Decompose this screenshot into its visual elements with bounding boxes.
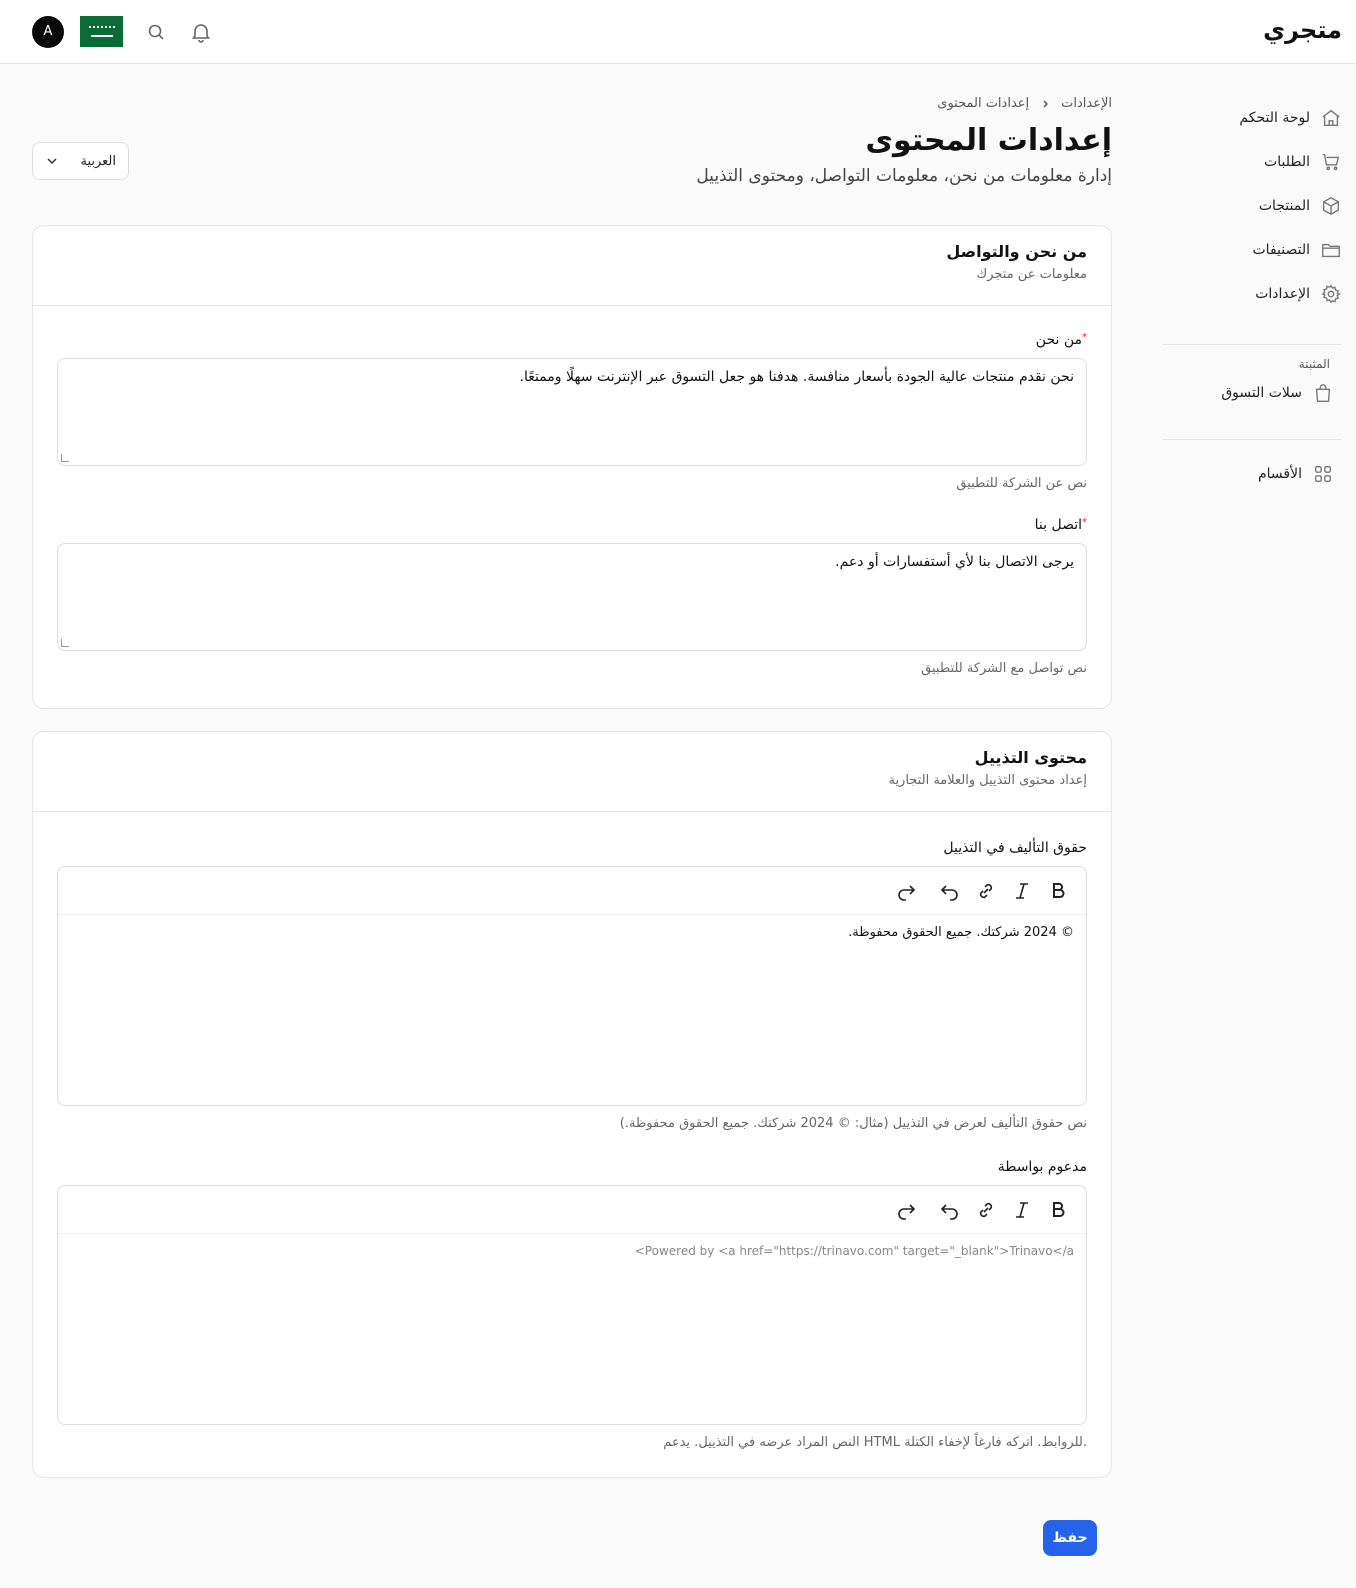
language-value: العربية xyxy=(80,153,116,169)
brand-title: متجري xyxy=(1263,16,1342,44)
bold-button[interactable] xyxy=(1046,879,1070,903)
italic-button[interactable] xyxy=(1010,879,1034,903)
resize-handle[interactable] xyxy=(61,454,69,462)
top-bar: A متجري xyxy=(0,0,1356,64)
about-contact-card: من نحن والتواصل معلومات عن متجرك من نحن*… xyxy=(32,225,1112,709)
card-title: من نحن والتواصل xyxy=(946,242,1087,261)
about-hint: نص عن الشركة للتطبيق xyxy=(956,476,1087,491)
sidebar-item-settings[interactable]: الإعدادات xyxy=(1162,272,1342,316)
redo-button[interactable] xyxy=(894,879,918,903)
box-icon xyxy=(1322,196,1340,216)
sidebar-item-categories[interactable]: التصنيفات xyxy=(1162,228,1342,272)
chevron-down-icon xyxy=(45,154,59,168)
gear-icon xyxy=(1321,284,1341,304)
breadcrumb: الإعدادات إعدادات المحتوى xyxy=(32,96,1112,111)
powered-by-hint: النص المراد عرضه في التذييل. يدعم HTML ل… xyxy=(663,1435,1087,1450)
undo-button[interactable] xyxy=(938,1198,962,1222)
italic-icon xyxy=(1016,882,1028,899)
editor-toolbar xyxy=(58,1186,1086,1234)
sidebar-item-orders[interactable]: الطلبات xyxy=(1162,140,1342,184)
card-title: محتوى التذييل xyxy=(974,748,1087,767)
bold-icon xyxy=(1053,882,1065,898)
undo-button[interactable] xyxy=(938,879,962,903)
main-content: الإعدادات إعدادات المحتوى إعدادات المحتو… xyxy=(32,96,1113,1478)
required-marker: * xyxy=(1082,517,1087,528)
redo-icon xyxy=(898,1203,916,1220)
powered-by-editor[interactable]: <Powered by <a href="https://trinavo.com… xyxy=(57,1185,1087,1425)
breadcrumb-root[interactable]: الإعدادات xyxy=(1061,96,1112,111)
breadcrumb-current: إعدادات المحتوى xyxy=(937,96,1030,111)
sidebar-item-carts[interactable]: سلات التسوق xyxy=(1162,371,1342,415)
sidebar-item-label: التصنيفات xyxy=(1252,242,1311,258)
bag-icon xyxy=(1315,384,1331,402)
page-subtitle: إدارة معلومات من نحن، معلومات التواصل، و… xyxy=(696,166,1112,186)
italic-button[interactable] xyxy=(1010,1198,1034,1222)
editor-toolbar xyxy=(58,867,1086,915)
link-icon xyxy=(979,883,993,898)
language-select[interactable]: العربية xyxy=(32,142,129,180)
copyright-hint: نص حقوق التأليف لعرض في التذييل (مثال: ©… xyxy=(619,1116,1087,1131)
redo-button[interactable] xyxy=(894,1198,918,1222)
sidebar-item-products[interactable]: المنتجات xyxy=(1162,184,1342,228)
search-icon[interactable] xyxy=(144,20,168,44)
card-description: إعداد محتوى التذييل والعلامة التجارية xyxy=(888,773,1087,788)
page-title: إعدادات المحتوى xyxy=(865,123,1113,158)
sidebar-item-label: المنتجات xyxy=(1258,198,1310,214)
sidebar-item-label: الأقسام xyxy=(1258,466,1302,482)
card-description: معلومات عن متجرك xyxy=(976,267,1088,282)
bold-icon xyxy=(1053,1201,1065,1217)
sidebar-item-label: الطلبات xyxy=(1264,154,1310,170)
resize-handle[interactable] xyxy=(61,639,69,647)
copyright-label: حقوق التأليف في التذييل xyxy=(943,840,1087,856)
avatar[interactable]: A xyxy=(32,16,64,48)
save-button[interactable]: حفظ xyxy=(1043,1520,1097,1556)
italic-icon xyxy=(1016,1201,1028,1218)
sidebar-item-label: الإعدادات xyxy=(1255,286,1310,302)
powered-by-label: مدعوم بواسطة xyxy=(997,1159,1087,1175)
sidebar-item-label: سلات التسوق xyxy=(1221,385,1302,401)
sidebar-item-sections[interactable]: الأقسام xyxy=(1162,452,1342,496)
sidebar: لوحة التحكم الطلبات المنتجات التصنيفات ا… xyxy=(1162,96,1342,496)
link-icon xyxy=(979,1202,993,1217)
cart-icon xyxy=(1322,153,1340,171)
sidebar-section-title: المثبتة xyxy=(1298,357,1330,371)
chevron-left-icon xyxy=(1039,98,1051,110)
redo-icon xyxy=(898,884,916,901)
bold-button[interactable] xyxy=(1046,1198,1070,1222)
about-textarea[interactable]: نحن نقدم منتجات عالية الجودة بأسعار مناف… xyxy=(57,358,1087,466)
contact-label: اتصل بنا* xyxy=(1034,517,1087,533)
link-button[interactable] xyxy=(974,1198,998,1222)
grid-icon xyxy=(1314,465,1332,483)
powered-by-placeholder: <Powered by <a href="https://trinavo.com… xyxy=(634,1244,1074,1258)
sidebar-item-label: لوحة التحكم xyxy=(1239,110,1310,126)
saudi-flag-icon[interactable] xyxy=(80,16,123,47)
copyright-editor[interactable]: © 2024 شركتك. جميع الحقوق محفوظة. xyxy=(57,866,1087,1106)
sidebar-divider xyxy=(1162,344,1342,345)
copyright-text: © 2024 شركتك. جميع الحقوق محفوظة. xyxy=(848,925,1074,940)
bell-icon[interactable] xyxy=(189,20,213,44)
required-marker: * xyxy=(1082,332,1087,343)
undo-icon xyxy=(940,1203,958,1220)
home-icon xyxy=(1322,109,1340,127)
link-button[interactable] xyxy=(974,879,998,903)
contact-textarea[interactable]: يرجى الاتصال بنا لأي أستفسارات أو دعم. xyxy=(57,543,1087,651)
undo-icon xyxy=(940,884,958,901)
about-label: من نحن* xyxy=(1035,332,1087,348)
contact-hint: نص تواصل مع الشركة للتطبيق xyxy=(921,661,1087,676)
contact-text: يرجى الاتصال بنا لأي أستفسارات أو دعم. xyxy=(835,554,1074,570)
sidebar-divider xyxy=(1162,439,1342,440)
sidebar-item-dashboard[interactable]: لوحة التحكم xyxy=(1162,96,1342,140)
footer-content-card: محتوى التذييل إعداد محتوى التذييل والعلا… xyxy=(32,731,1112,1478)
about-text: نحن نقدم منتجات عالية الجودة بأسعار مناف… xyxy=(519,369,1074,385)
folder-icon xyxy=(1322,243,1340,258)
